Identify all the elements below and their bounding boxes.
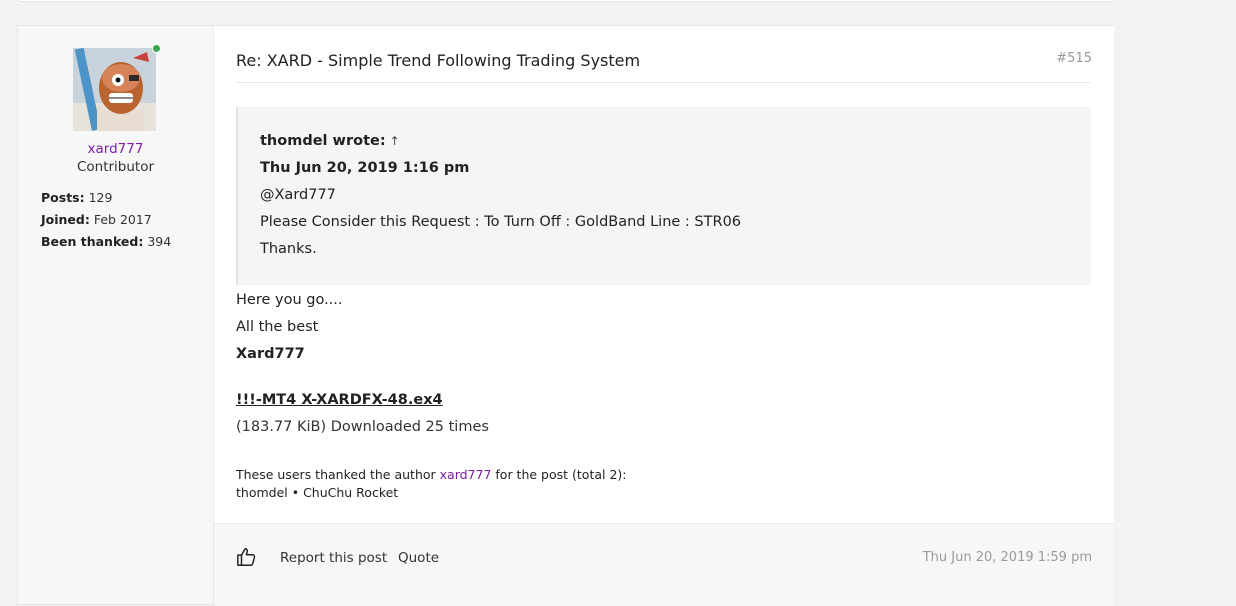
up-arrow-icon[interactable]: ↑ bbox=[390, 134, 400, 148]
quote-line: Thanks. bbox=[260, 241, 317, 257]
body-line: Here you go.... bbox=[236, 292, 343, 308]
attachment-meta: (183.77 KiB) Downloaded 25 times bbox=[236, 419, 489, 435]
previous-post-card bbox=[18, 0, 1114, 2]
stat-thanked-value[interactable]: 394 bbox=[147, 234, 171, 249]
stat-posts: Posts: 129 bbox=[41, 190, 171, 212]
post-date: Thu Jun 20, 2019 1:59 pm bbox=[922, 550, 1092, 565]
report-post-button[interactable]: Report this post bbox=[280, 550, 387, 566]
thanks-users[interactable]: thomdel • ChuChu Rocket bbox=[236, 484, 627, 502]
stat-thanked: Been thanked: 394 bbox=[41, 234, 171, 256]
avatar[interactable] bbox=[73, 44, 161, 131]
stat-joined: Joined: Feb 2017 bbox=[41, 212, 171, 234]
author-profile: xard777 Contributor Posts: 129 Joined: F… bbox=[18, 26, 213, 604]
quote-block: thomdel wrote: ↑ Thu Jun 20, 2019 1:16 pm… bbox=[236, 107, 1091, 285]
post-body: Here you go.... All the best Xard777 bbox=[236, 288, 343, 369]
stat-joined-value: Feb 2017 bbox=[93, 212, 152, 227]
quote-line: @Xard777 bbox=[260, 187, 336, 203]
post-footer: Report this post Quote Thu Jun 20, 2019 … bbox=[213, 523, 1114, 606]
quote-date-line: Thu Jun 20, 2019 1:16 pm bbox=[260, 156, 1091, 183]
avatar-image bbox=[73, 48, 156, 131]
author-stats: Posts: 129 Joined: Feb 2017 Been thanked… bbox=[41, 190, 171, 256]
quote-author: thomdel wrote: bbox=[260, 133, 386, 149]
thanks-line: These users thanked the author xard777 f… bbox=[236, 466, 627, 484]
thanks-suffix: for the post (total 2): bbox=[491, 467, 627, 482]
stat-posts-label: Posts: bbox=[41, 190, 85, 205]
body-line: All the best bbox=[236, 319, 319, 335]
quote-author-line: thomdel wrote: ↑ bbox=[260, 129, 1091, 156]
thanks-notice: These users thanked the author xard777 f… bbox=[236, 466, 627, 502]
author-username-link[interactable]: xard777 bbox=[18, 141, 213, 157]
stat-posts-value[interactable]: 129 bbox=[89, 190, 113, 205]
thumbs-up-icon[interactable] bbox=[236, 546, 258, 568]
post-title[interactable]: Re: XARD - Simple Trend Following Tradin… bbox=[236, 51, 640, 70]
title-divider bbox=[236, 82, 1091, 83]
thanks-author-link[interactable]: xard777 bbox=[440, 467, 492, 482]
online-status-dot bbox=[152, 44, 161, 53]
post-number-link[interactable]: #515 bbox=[1056, 51, 1092, 66]
stat-joined-label: Joined: bbox=[41, 212, 90, 227]
forum-post: xard777 Contributor Posts: 129 Joined: F… bbox=[17, 25, 1114, 606]
quote-line: Please Consider this Request : To Turn O… bbox=[260, 214, 742, 230]
thanks-prefix: These users thanked the author bbox=[236, 467, 440, 482]
signature-text: Xard777 bbox=[236, 346, 305, 362]
stat-thanked-label: Been thanked: bbox=[41, 234, 144, 249]
attachment-link[interactable]: !!!-MT4 X-XARDFX-48.ex4 bbox=[236, 392, 443, 408]
post-main: Re: XARD - Simple Trend Following Tradin… bbox=[213, 26, 1114, 523]
author-rank: Contributor bbox=[76, 159, 155, 175]
quote-button[interactable]: Quote bbox=[398, 550, 439, 566]
body-signature: Xard777 bbox=[236, 342, 343, 369]
quote-date: Thu Jun 20, 2019 1:16 pm bbox=[260, 160, 470, 176]
